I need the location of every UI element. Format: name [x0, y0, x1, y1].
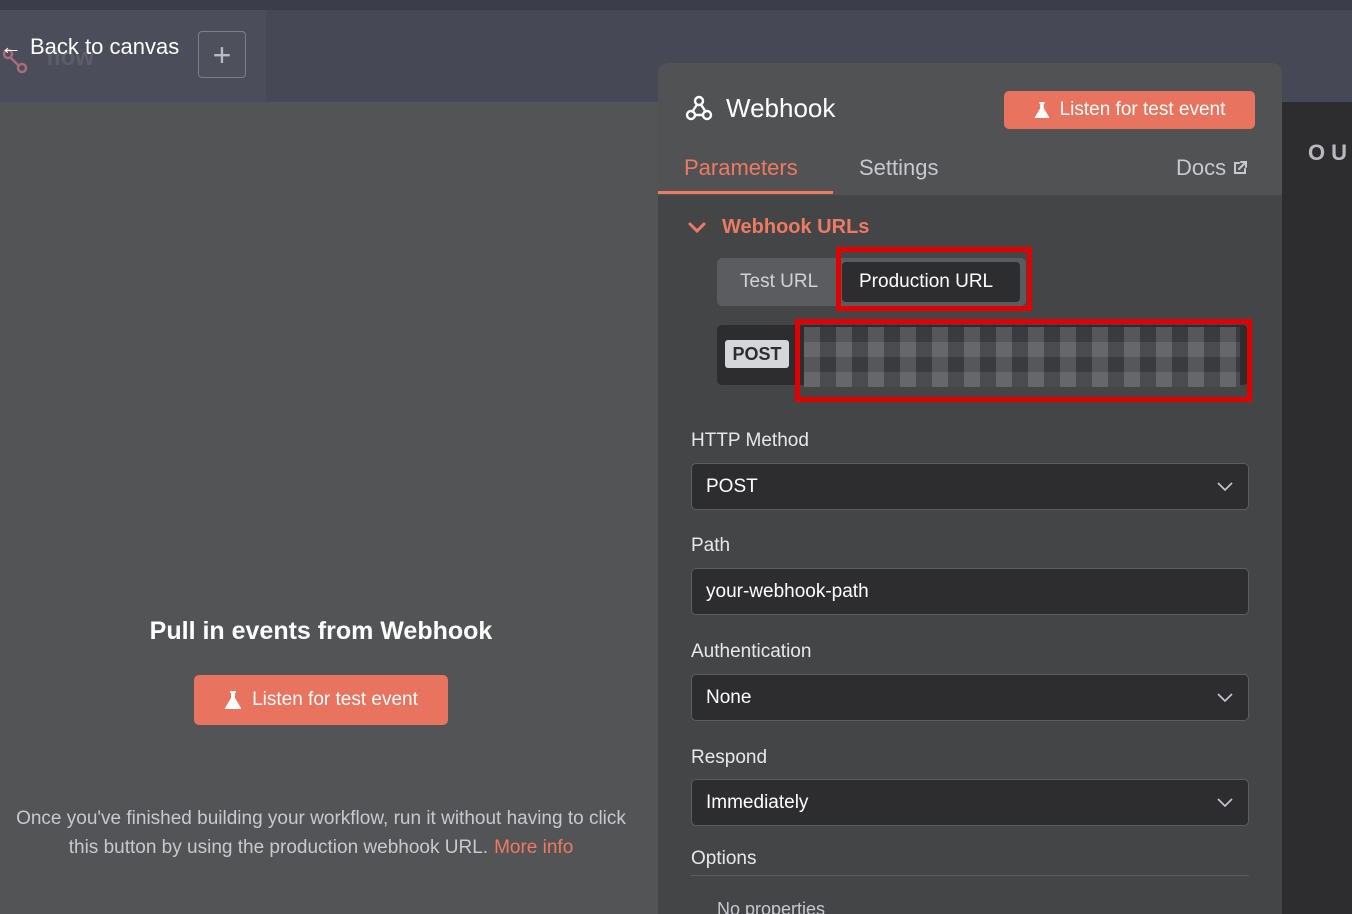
panel-listen-test-event-label: Listen for test event [1059, 99, 1226, 120]
respond-select[interactable]: Immediately [691, 779, 1249, 826]
listen-test-event-label: Listen for test event [252, 689, 418, 710]
node-settings-panel: Webhook Listen for test event Parameters… [658, 63, 1282, 914]
chevron-down-icon [1217, 693, 1233, 703]
respond-label: Respond [691, 747, 768, 768]
output-pane [1282, 102, 1352, 914]
back-to-canvas-label: Back to canvas [30, 34, 180, 59]
highlight-box-webhook-url [795, 319, 1252, 402]
authentication-value: None [706, 686, 752, 708]
chevron-down-icon [1217, 482, 1233, 492]
authentication-select[interactable]: None [691, 674, 1249, 721]
chevron-down-icon [688, 222, 706, 233]
external-link-icon [1234, 161, 1248, 174]
production-url-note: Once you've finished building your workf… [0, 804, 642, 862]
path-input[interactable]: your-webhook-path [691, 568, 1249, 615]
listen-test-event-button[interactable]: Listen for test event [194, 675, 448, 725]
http-method-select[interactable]: POST [691, 463, 1249, 510]
path-value: your-webhook-path [706, 580, 869, 602]
authentication-label: Authentication [691, 641, 812, 662]
more-info-link[interactable]: More info [494, 837, 573, 858]
webhook-urls-toggle[interactable]: Webhook URLs [688, 216, 869, 239]
no-properties-text: No properties [717, 899, 826, 914]
webhook-icon [685, 95, 713, 121]
options-divider [691, 875, 1249, 876]
active-tab-underline [658, 191, 833, 194]
flask-icon [224, 691, 242, 709]
tab-parameters[interactable]: Parameters [684, 155, 798, 181]
panel-listen-test-event-button[interactable]: Listen for test event [1004, 91, 1255, 129]
respond-value: Immediately [706, 791, 809, 813]
pull-events-title: Pull in events from Webhook [149, 617, 493, 645]
method-badge: POST [725, 340, 789, 368]
top-strip [0, 0, 1352, 10]
panel-title: Webhook [726, 93, 836, 123]
path-label: Path [691, 535, 731, 556]
output-pane-label: OU [1308, 140, 1352, 165]
add-node-button[interactable]: + [198, 31, 246, 78]
plus-icon: + [212, 36, 232, 73]
docs-label: Docs [1176, 155, 1227, 180]
webhook-urls-heading: Webhook URLs [722, 216, 870, 238]
http-method-value: POST [706, 475, 758, 497]
docs-link[interactable]: Docs [1176, 155, 1248, 181]
back-to-canvas-link[interactable]: ← Back to canvas [0, 33, 179, 61]
highlight-box-production-url [836, 247, 1032, 311]
options-label: Options [691, 848, 757, 869]
tab-settings[interactable]: Settings [859, 155, 939, 181]
flask-icon [1034, 102, 1049, 118]
arrow-left-icon: ← [0, 34, 22, 59]
chevron-down-icon [1217, 798, 1233, 808]
http-method-label: HTTP Method [691, 430, 809, 451]
test-url-option[interactable]: Test URL [740, 271, 818, 293]
